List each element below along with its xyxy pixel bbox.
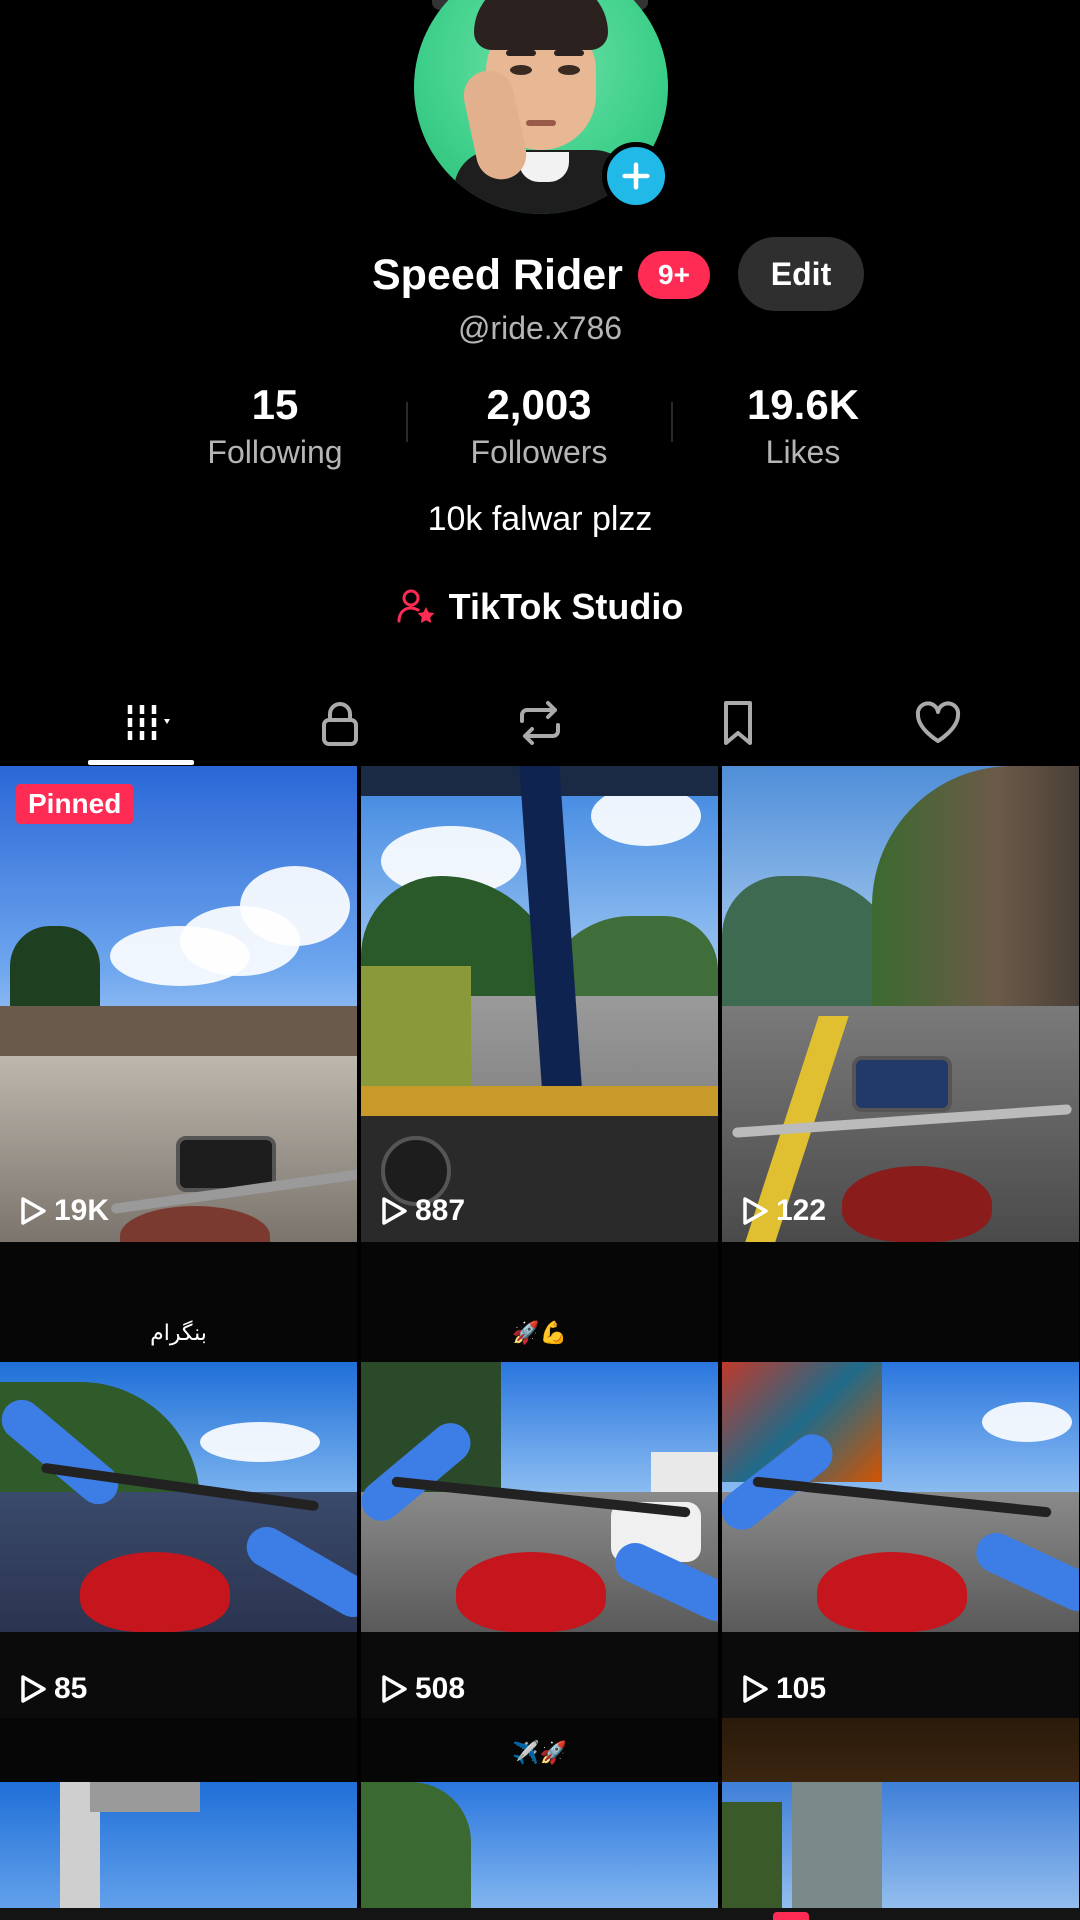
view-count: 122: [740, 1194, 826, 1228]
repost-icon: [520, 701, 560, 745]
video-tile[interactable]: [0, 1718, 357, 1920]
view-count-label: 85: [54, 1672, 88, 1705]
studio-person-star-icon: [397, 589, 435, 623]
bookmark-icon: [724, 701, 752, 745]
following-count: 15: [251, 381, 299, 428]
pinned-badge: Pinned: [16, 784, 134, 824]
video-caption: 🚀💪: [512, 1320, 567, 1345]
view-count-label: 887: [415, 1194, 466, 1227]
tab-videos[interactable]: [90, 680, 210, 766]
profile-name-row: Speed Rider 9+ Edit: [0, 237, 1080, 311]
lock-icon: [322, 702, 358, 746]
video-thumbnail: [361, 766, 718, 1242]
likes-label: Likes: [765, 434, 841, 470]
stat-followers[interactable]: 2,003 Followers: [439, 380, 639, 474]
likes-count: 19.6K: [746, 381, 860, 428]
following-label: Following: [207, 434, 343, 470]
video-tile[interactable]: ✈️🚀: [361, 1718, 718, 1920]
stat-likes[interactable]: 19.6K Likes: [703, 380, 903, 474]
video-tile[interactable]: 122: [722, 766, 1079, 1242]
heart-icon: [915, 701, 961, 743]
profile-bio: 10k falwar plzz: [427, 500, 653, 538]
view-count-label: 122: [776, 1194, 827, 1227]
tab-liked[interactable]: [878, 680, 998, 766]
video-tile[interactable]: 🚀💪 508: [361, 1242, 718, 1718]
stat-divider: [671, 402, 673, 442]
view-count-label: 19K: [54, 1194, 110, 1227]
video-caption: بنگرام: [150, 1320, 207, 1345]
grid-icon: [127, 705, 170, 741]
tab-private[interactable]: [280, 680, 400, 766]
video-tile[interactable]: بنگرام 85: [0, 1242, 357, 1718]
tiktok-studio-link[interactable]: TikTok Studio: [0, 582, 1080, 632]
active-tab-indicator: [88, 760, 194, 765]
followers-label: Followers: [470, 434, 608, 470]
username-handle: @ride.x786: [457, 310, 623, 346]
video-caption: ✈️🚀: [512, 1740, 567, 1765]
followers-count: 2,003: [486, 381, 592, 428]
notification-badge[interactable]: 9+: [638, 251, 710, 299]
video-thumbnail: [361, 1782, 718, 1920]
video-tile[interactable]: [722, 1718, 1079, 1920]
profile-avatar[interactable]: [414, 0, 670, 214]
profile-tabs: [0, 680, 1080, 766]
video-thumbnail: [722, 766, 1079, 1242]
video-thumbnail: [361, 1362, 718, 1632]
view-count: 105: [740, 1672, 826, 1706]
stat-divider: [406, 402, 408, 442]
caption-band: [0, 1718, 357, 1782]
view-count: 19K: [18, 1194, 109, 1228]
video-tile[interactable]: 887: [361, 766, 718, 1242]
caption-band: [722, 1718, 1079, 1782]
view-count: 85: [18, 1672, 87, 1706]
caption-band: [722, 1242, 1079, 1362]
play-icon: [21, 1675, 46, 1703]
tab-reposts[interactable]: [480, 680, 600, 766]
edit-profile-button[interactable]: Edit: [738, 237, 864, 311]
bottom-nav-edge: [0, 1908, 1080, 1920]
add-avatar-button[interactable]: [602, 142, 670, 210]
play-icon: [382, 1197, 407, 1225]
video-thumbnail: [722, 1782, 1079, 1920]
view-count: 508: [379, 1672, 465, 1706]
inbox-notification-dot: [773, 1912, 809, 1920]
tab-favorites[interactable]: [678, 680, 798, 766]
stat-following[interactable]: 15 Following: [175, 380, 375, 474]
video-thumbnail: [0, 766, 357, 1242]
play-icon: [743, 1197, 768, 1225]
view-count-label: 105: [776, 1672, 827, 1705]
video-thumbnail: [0, 1362, 357, 1632]
view-count: 887: [379, 1194, 465, 1228]
video-thumbnail: [0, 1782, 357, 1920]
display-name: Speed Rider: [372, 251, 623, 299]
profile-stats: 15 Following 2,003 Followers 19.6K Likes: [0, 380, 1080, 490]
tiktok-studio-label: TikTok Studio: [448, 586, 684, 627]
video-tile[interactable]: Pinned 19K: [0, 766, 357, 1242]
play-icon: [743, 1675, 768, 1703]
play-icon: [21, 1197, 46, 1225]
video-thumbnail: [722, 1362, 1079, 1632]
view-count-label: 508: [415, 1672, 466, 1705]
video-tile[interactable]: 105: [722, 1242, 1079, 1718]
play-icon: [382, 1675, 407, 1703]
plus-icon: [622, 162, 650, 190]
